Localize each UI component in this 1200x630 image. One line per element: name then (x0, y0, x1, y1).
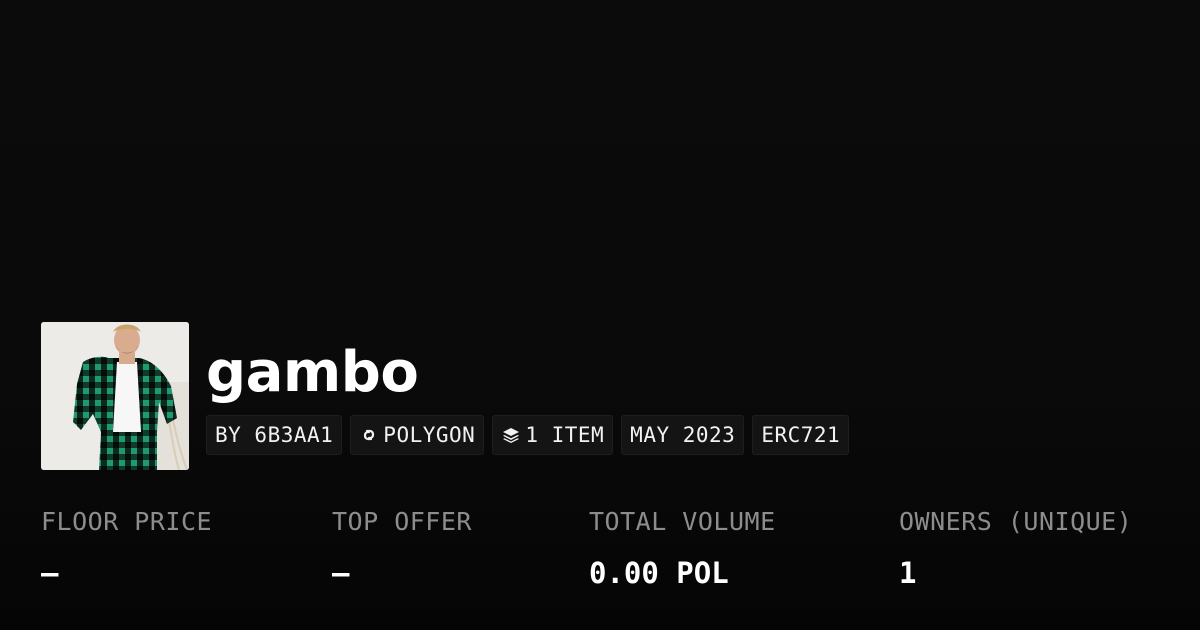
top-offer-stat: TOP OFFER — (332, 502, 472, 592)
collection-title: gambo (206, 340, 419, 405)
chain-tag[interactable]: POLYGON (350, 415, 485, 455)
standard-tag: ERC721 (752, 415, 850, 455)
date-label: MAY 2023 (630, 423, 736, 447)
owners-value: 1 (899, 556, 917, 590)
total-volume-stat: TOTAL VOLUME 0.00 POL (589, 502, 776, 592)
items-label: 1 ITEM (525, 423, 605, 447)
date-tag: MAY 2023 (621, 415, 745, 455)
owners-stat: OWNERS (UNIQUE) 1 (899, 502, 1132, 592)
collection-tags: BY 6B3AA1 POLYGON 1 ITEM MAY 2023 ERC721 (206, 415, 850, 455)
chain-label: POLYGON (383, 423, 476, 447)
total-volume-value: 0.00 POL (589, 556, 729, 590)
link-icon (359, 425, 379, 445)
og-card: gambo BY 6B3AA1 POLYGON 1 ITEM MAY 2023 … (0, 0, 1200, 630)
items-tag[interactable]: 1 ITEM (492, 415, 614, 455)
top-offer-value: — (332, 556, 350, 590)
total-volume-label: TOTAL VOLUME (589, 507, 776, 536)
top-offer-label: TOP OFFER (332, 507, 472, 536)
standard-label: ERC721 (761, 423, 841, 447)
floor-price-value: — (41, 556, 59, 590)
creator-tag[interactable]: BY 6B3AA1 (206, 415, 343, 455)
floor-price-label: FLOOR PRICE (41, 507, 213, 536)
layers-icon (501, 425, 521, 445)
owners-label: OWNERS (UNIQUE) (899, 507, 1133, 536)
collection-thumbnail (41, 322, 189, 470)
floor-price-stat: FLOOR PRICE — (41, 502, 212, 592)
creator-label: BY 6B3AA1 (215, 423, 334, 447)
